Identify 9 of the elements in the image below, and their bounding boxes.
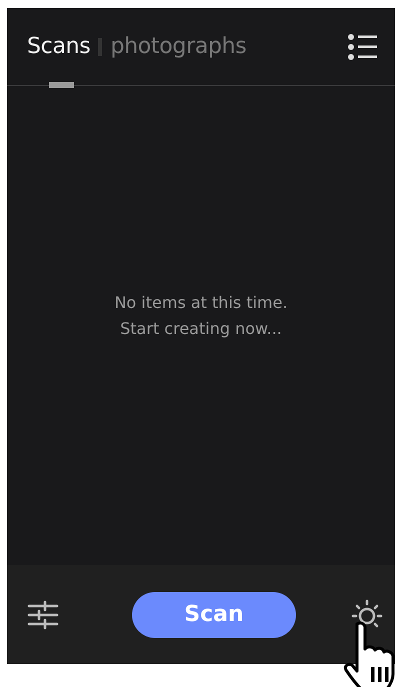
empty-message: Start creating now...: [119, 318, 283, 340]
empty-message: No items at this time.: [114, 292, 288, 314]
list-menu-icon[interactable]: [347, 32, 379, 60]
tab[interactable]: photographs: [110, 34, 246, 59]
brightness-icon[interactable]: [351, 598, 383, 630]
tab[interactable]: Scans: [27, 34, 90, 59]
sliders-icon[interactable]: [27, 598, 59, 630]
scan-button[interactable]: Scan: [132, 592, 296, 638]
tab-indicator: [49, 82, 74, 88]
